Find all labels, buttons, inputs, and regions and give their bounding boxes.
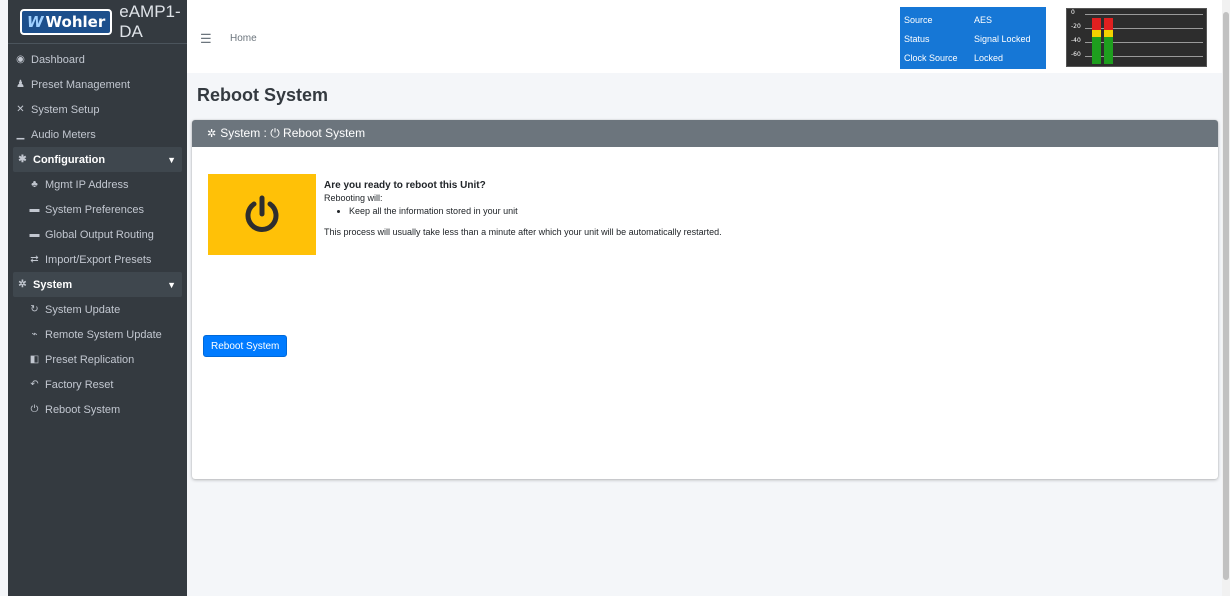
chevron-down-icon: ▼ (167, 154, 176, 165)
sidebar-item-audio-meters[interactable]: ▁ Audio Meters (8, 122, 187, 147)
meter-bar-right (1104, 18, 1113, 64)
sidebar-item-remote-system-update[interactable]: ⌁ Remote System Update (8, 322, 187, 347)
status-key: Source (904, 14, 933, 25)
status-value: Signal Locked (974, 33, 1031, 44)
reboot-subheading: Rebooting will: (324, 193, 383, 203)
reboot-message: Are you ready to reboot this Unit? Reboo… (324, 180, 722, 237)
reboot-system-button[interactable]: Reboot System (203, 335, 288, 357)
dashboard-icon: ◉ (16, 54, 25, 65)
brand[interactable]: W Wohler eAMP1-DA (8, 0, 187, 44)
sidebar-item-label: Preset Management (31, 78, 131, 91)
satellite-icon: ⌁ (31, 329, 38, 340)
network-icon: ♣ (31, 179, 38, 190)
chevron-down-icon: ▼ (167, 279, 176, 290)
reboot-question: Are you ready to reboot this Unit? (324, 180, 486, 191)
sidebar-item-label: Reboot System (45, 403, 121, 416)
sidebar-item-system-update[interactable]: ↻ System Update (8, 297, 187, 322)
sidebar-item-label: Import/Export Presets (45, 253, 152, 266)
sidebar-item-label: Preset Replication (45, 353, 135, 366)
sidebar-item-label: Remote System Update (45, 328, 162, 341)
gear-icon: ✱ (18, 154, 27, 165)
sidebar-item-import-export-presets[interactable]: ⇄ Import/Export Presets (8, 247, 187, 272)
sidebar-item-preset-replication[interactable]: ◧ Preset Replication (8, 347, 187, 372)
power-tile (208, 174, 316, 255)
status-row: Status Signal Locked (904, 29, 1042, 48)
menu-toggle-icon[interactable]: ☰ (200, 31, 212, 47)
user-cog-icon: ♟ (16, 79, 25, 90)
sidebar-item-factory-reset[interactable]: ↶ Factory Reset (8, 372, 187, 397)
sidebar-item-label: Factory Reset (45, 378, 114, 391)
sidebar-item-dashboard[interactable]: ◉ Dashboard (8, 47, 187, 72)
gears-icon: ✲ (207, 128, 217, 140)
power-icon (245, 195, 279, 232)
status-row: Clock Source Locked (904, 48, 1042, 67)
sidebar-nav: ◉ Dashboard ♟ Preset Management ✕ System Se… (8, 47, 187, 422)
sidebar: W Wohler eAMP1-DA ◉ Dashboard ♟ Preset Mana… (8, 0, 187, 596)
sidebar-item-label: Global Output Routing (45, 228, 154, 241)
page-scrollbar[interactable] (1222, 0, 1230, 596)
reboot-note: This process will usually take less than… (324, 227, 722, 237)
card-header-title: System : ⏻ Reboot System (220, 126, 366, 140)
meter-gridline (1085, 42, 1203, 43)
sidebar-item-label: Mgmt IP Address (45, 178, 129, 191)
power-icon: ⏻ (30, 404, 39, 415)
sidebar-item-preset-management[interactable]: ♟ Preset Management (8, 72, 187, 97)
gears-icon: ✲ (18, 279, 27, 290)
sidebar-item-system-preferences[interactable]: ▬ System Preferences (8, 197, 187, 222)
meter-tick: 0 (1071, 9, 1075, 16)
status-value: AES (974, 14, 993, 25)
sync-icon: ↻ (30, 304, 39, 315)
sidebar-group-label: System (33, 278, 73, 291)
tools-icon: ✕ (16, 104, 25, 115)
meter-tick: -40 (1071, 37, 1081, 44)
meter-tick: -60 (1071, 51, 1081, 58)
sidebar-item-reboot-system[interactable]: ⏻ Reboot System (8, 397, 187, 422)
meter-gridline (1085, 14, 1203, 15)
status-row: Source AES (904, 10, 1042, 29)
breadcrumb-home[interactable]: Home (230, 33, 257, 44)
sidebar-item-label: System Setup (31, 103, 100, 116)
brand-title: eAMP1-DA (119, 1, 181, 41)
sidebar-group-configuration[interactable]: ✱ Configuration ▼ (13, 147, 182, 172)
top-navbar: ☰ Home Source AES Status Signal Locked Clo… (187, 0, 1222, 73)
sidebar-item-label: Audio Meters (31, 128, 96, 141)
sidebar-item-label: System Preferences (45, 203, 145, 216)
scrollbar-thumb[interactable] (1223, 12, 1229, 580)
card-header: ✲ System : ⏻ Reboot System (192, 120, 1218, 147)
status-key: Status (904, 33, 930, 44)
meter-bar-left (1092, 18, 1101, 64)
sidebar-item-label: System Update (45, 303, 121, 316)
audio-level-meter[interactable]: 0 -20 -40 -60 (1066, 8, 1207, 67)
list-item: Keep all the information stored in your … (349, 205, 722, 217)
routing-icon: ▬ (29, 229, 40, 240)
status-value: Locked (974, 52, 1004, 63)
meter-gridline (1085, 56, 1203, 57)
sidebar-item-mgmt-ip-address[interactable]: ♣ Mgmt IP Address (8, 172, 187, 197)
reboot-card: ✲ System : ⏻ Reboot System Are you ready… (192, 120, 1218, 479)
meter-gridline (1085, 28, 1203, 29)
status-panel: Source AES Status Signal Locked Clock Sour… (900, 7, 1046, 69)
undo-icon: ↶ (30, 379, 39, 390)
sidebar-item-global-output-routing[interactable]: ▬ Global Output Routing (8, 222, 187, 247)
status-key: Clock Source (904, 52, 958, 63)
sidebar-group-system[interactable]: ✲ System ▼ (13, 272, 182, 297)
page-title: Reboot System (197, 85, 329, 105)
reboot-bullets: Keep all the information stored in your … (349, 205, 722, 217)
meter-tick: -20 (1071, 23, 1081, 30)
sidebar-item-system-setup[interactable]: ✕ System Setup (8, 97, 187, 122)
copy-icon: ◧ (29, 354, 40, 365)
sidebar-item-label: Dashboard (31, 53, 85, 66)
exchange-icon: ⇄ (30, 254, 39, 265)
sidebar-group-label: Configuration (33, 153, 106, 166)
wohler-logo: W Wohler (20, 8, 113, 35)
keyboard-icon: ▬ (29, 204, 40, 215)
chart-icon: ▁ (16, 129, 25, 140)
